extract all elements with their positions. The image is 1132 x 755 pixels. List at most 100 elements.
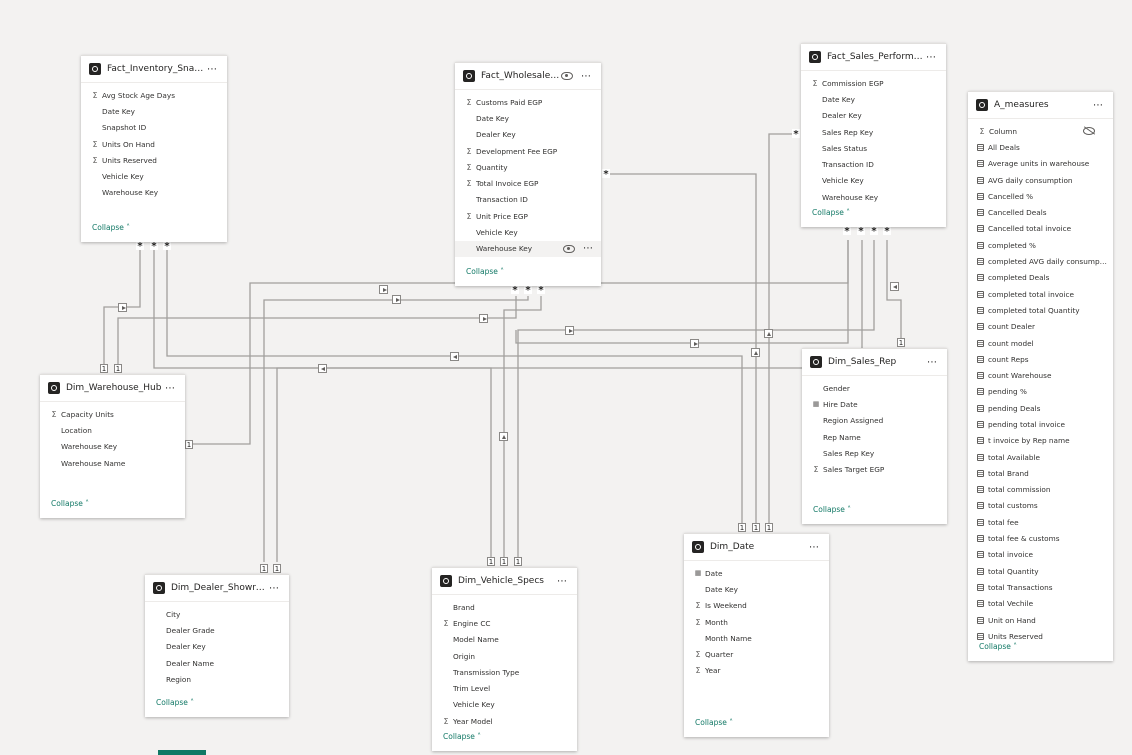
field-row[interactable]: Region (145, 671, 289, 687)
field-row[interactable]: completed AVG daily consumption... (968, 253, 1113, 269)
collapse-link[interactable]: Collapse ˄ (695, 718, 733, 727)
field-row[interactable]: Σ Customs Paid EGP (455, 94, 601, 110)
field-row[interactable]: count Warehouse (968, 367, 1113, 383)
collapse-link[interactable]: Collapse ˄ (51, 499, 89, 508)
more-options-icon[interactable]: ⋯ (555, 576, 569, 587)
field-row[interactable]: Warehouse Key (81, 185, 227, 201)
field-row[interactable]: Cancelled Deals (968, 204, 1113, 220)
more-options-icon[interactable]: ⋯ (579, 71, 593, 82)
field-row[interactable]: total Transactions (968, 579, 1113, 595)
field-row[interactable]: total fee (968, 514, 1113, 530)
table-card-dim-vehicle-specs[interactable]: Dim_Vehicle_Specs ⋯ Brand Σ Engine CC Model N… (432, 567, 577, 751)
field-row[interactable]: total Vechile (968, 596, 1113, 612)
field-row[interactable]: Region Assigned (802, 413, 947, 429)
field-row[interactable]: Unit on Hand (968, 612, 1113, 628)
field-row[interactable]: Location (40, 422, 185, 438)
table-header[interactable]: Dim_Vehicle_Specs ⋯ (432, 568, 577, 595)
field-row[interactable]: Sales Status (801, 140, 946, 156)
table-card-dim-sales-rep[interactable]: Dim_Sales_Rep ⋯ Gender ▦ Hire Date Region Ass… (802, 348, 947, 524)
field-row[interactable]: Vehicle Key (801, 173, 946, 189)
field-row[interactable]: Date Key (801, 91, 946, 107)
field-row[interactable]: Date Key (684, 581, 829, 597)
collapse-link[interactable]: Collapse ˄ (466, 267, 504, 276)
field-row[interactable]: count model (968, 335, 1113, 351)
more-options-icon[interactable]: ⋯ (1091, 100, 1105, 111)
field-row[interactable]: Rep Name (802, 429, 947, 445)
field-row[interactable]: Σ Total Invoice EGP (455, 175, 601, 191)
table-card-a-measures[interactable]: A_measures ⋯ Σ Column All Deals Average units… (968, 91, 1113, 661)
field-row[interactable]: Σ Capacity Units (40, 406, 185, 422)
field-row[interactable]: Warehouse Key (801, 189, 946, 205)
field-row[interactable]: count Dealer (968, 319, 1113, 335)
field-row[interactable]: Σ Is Weekend (684, 598, 829, 614)
field-row[interactable]: completed total invoice (968, 286, 1113, 302)
field-row[interactable]: completed Deals (968, 270, 1113, 286)
field-row[interactable]: completed total Quantity (968, 302, 1113, 318)
field-row[interactable]: Date Key (455, 110, 601, 126)
field-row[interactable]: total customs (968, 498, 1113, 514)
field-row[interactable]: total commission (968, 482, 1113, 498)
field-row[interactable]: Trim Level (432, 680, 577, 696)
field-row[interactable]: Vehicle Key (81, 168, 227, 184)
table-header[interactable]: Dim_Dealer_Showroom ⋯ (145, 575, 289, 602)
field-row[interactable]: Warehouse Name (40, 455, 185, 471)
field-row[interactable]: Vehicle Key (432, 697, 577, 713)
field-row[interactable]: All Deals (968, 139, 1113, 155)
table-header[interactable]: Dim_Sales_Rep ⋯ (802, 349, 947, 376)
field-row[interactable]: Σ Quarter (684, 646, 829, 662)
field-row[interactable]: Gender (802, 380, 947, 396)
field-row[interactable]: completed % (968, 237, 1113, 253)
more-options-icon[interactable]: ⋯ (267, 583, 281, 594)
more-options-icon[interactable]: ⋯ (163, 383, 177, 394)
field-row[interactable]: AVG daily consumption (968, 172, 1113, 188)
field-row[interactable]: ▦ Hire Date (802, 396, 947, 412)
table-card-dim-dealer-showroom[interactable]: Dim_Dealer_Showroom ⋯ City Dealer Grade Deal… (145, 574, 289, 717)
field-row[interactable]: Σ Units Reserved (81, 152, 227, 168)
field-row[interactable]: Cancelled % (968, 188, 1113, 204)
field-row[interactable]: Warehouse Key (40, 439, 185, 455)
field-row[interactable]: pending Deals (968, 400, 1113, 416)
table-card-dim-date[interactable]: Dim_Date ⋯ ▦ Date Date Key Σ Is Weekend Σ Month M… (684, 533, 829, 737)
field-row[interactable]: Sales Rep Key (802, 445, 947, 461)
field-row[interactable]: Σ Year Model (432, 713, 577, 729)
table-header[interactable]: Fact_Sales_Performance...⋯ (801, 44, 946, 71)
field-row[interactable]: pending % (968, 384, 1113, 400)
eye-icon[interactable] (563, 244, 575, 253)
field-row[interactable]: total invoice (968, 547, 1113, 563)
field-row[interactable]: Brand (432, 599, 577, 615)
field-row[interactable]: Warehouse Key ⋯ (455, 240, 601, 257)
table-card-fact-wholesale[interactable]: Fact_Wholesale_Dis... ⋯ Σ Customs Paid EGP D… (455, 62, 601, 286)
field-row[interactable]: Σ Units On Hand (81, 136, 227, 152)
model-canvas[interactable]: * * * * * * * * * * * * 1 1 1 1 1 1 1 1 … (0, 0, 1132, 755)
table-header[interactable]: Dim_Warehouse_Hub ⋯ (40, 375, 185, 402)
field-row[interactable]: Model Name (432, 632, 577, 648)
field-row[interactable]: total Brand (968, 465, 1113, 481)
field-row[interactable]: Transaction ID (801, 156, 946, 172)
field-row[interactable]: Σ Development Fee EGP (455, 143, 601, 159)
collapse-link[interactable]: Collapse ˄ (979, 642, 1017, 651)
more-options-icon[interactable]: ⋯ (925, 357, 939, 368)
more-options-icon[interactable]: ⋯ (205, 64, 219, 75)
eye-icon[interactable] (561, 72, 573, 80)
table-header[interactable]: Dim_Date ⋯ (684, 534, 829, 561)
field-row[interactable]: Σ Engine CC (432, 615, 577, 631)
field-row[interactable]: Origin (432, 648, 577, 664)
field-row[interactable]: Dealer Key (145, 639, 289, 655)
field-row[interactable]: total Available (968, 449, 1113, 465)
more-options-icon[interactable]: ⋯ (807, 542, 821, 553)
field-row[interactable]: pending total invoice (968, 416, 1113, 432)
field-row[interactable]: Σ Commission EGP (801, 75, 946, 91)
field-row[interactable]: Σ Sales Target EGP (802, 461, 947, 477)
collapse-link[interactable]: Collapse ˄ (156, 698, 194, 707)
field-row[interactable]: Σ Month (684, 614, 829, 630)
field-row[interactable]: Σ Avg Stock Age Days (81, 87, 227, 103)
field-row[interactable]: total fee & customs (968, 530, 1113, 546)
table-card-fact-inventory-snapshot[interactable]: Fact_Inventory_Snapshot⋯ Σ Avg Stock Age D… (81, 55, 227, 242)
field-row[interactable]: Σ Unit Price EGP (455, 208, 601, 224)
field-row[interactable]: Cancelled total invoice (968, 221, 1113, 237)
collapse-link[interactable]: Collapse ˄ (812, 208, 850, 217)
collapse-link[interactable]: Collapse ˄ (813, 505, 851, 514)
table-card-dim-warehouse-hub[interactable]: Dim_Warehouse_Hub ⋯ Σ Capacity Units Locatio… (40, 374, 185, 518)
field-row[interactable]: ▦ Date (684, 565, 829, 581)
field-row[interactable]: count Reps (968, 351, 1113, 367)
